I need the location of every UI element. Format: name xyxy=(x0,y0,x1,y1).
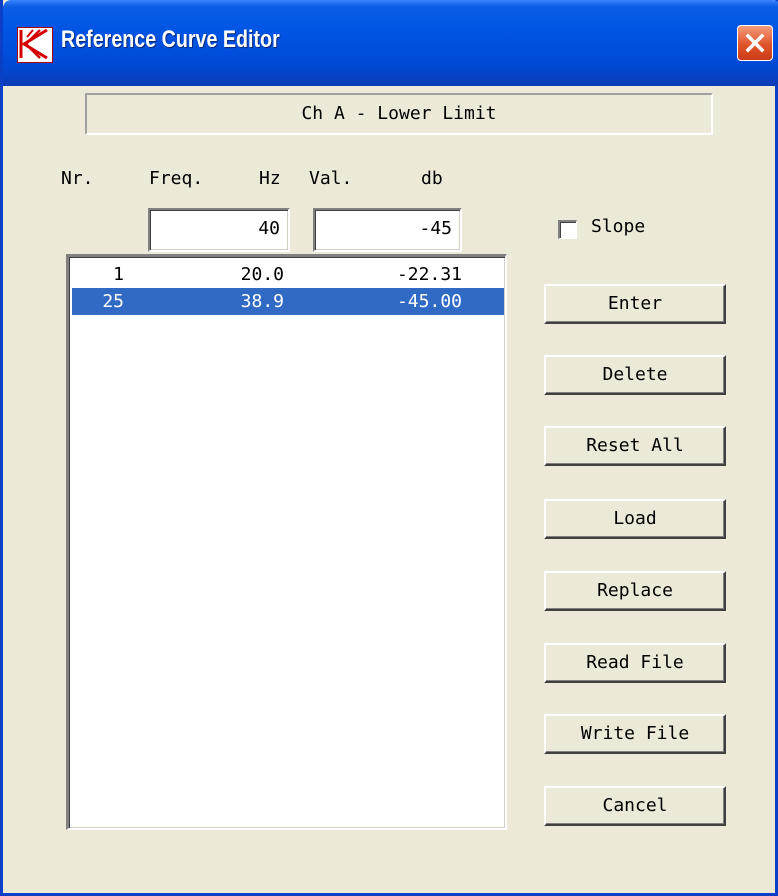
close-button[interactable] xyxy=(737,25,773,61)
close-icon xyxy=(745,33,765,53)
frequency-input[interactable]: 40 xyxy=(148,208,290,252)
curve-title-field: Ch A - Lower Limit xyxy=(85,93,713,135)
row-freq: 20.0 xyxy=(240,264,284,285)
write-file-button[interactable]: Write File xyxy=(544,714,726,754)
reference-points-list[interactable]: 1 20.0 -22.31 25 38.9 -45.00 xyxy=(66,254,507,830)
enter-button[interactable]: Enter xyxy=(544,284,726,324)
slope-checkbox[interactable] xyxy=(558,220,577,239)
load-button[interactable]: Load xyxy=(544,499,726,539)
title-bar[interactable]: Reference Curve Editor xyxy=(3,0,778,86)
replace-button[interactable]: Replace xyxy=(544,571,726,611)
row-val: -45.00 xyxy=(396,291,462,312)
row-val: -22.31 xyxy=(396,264,462,285)
slope-label[interactable]: Slope xyxy=(591,216,645,237)
column-label-nr: Nr. xyxy=(61,168,94,189)
k-logo-icon xyxy=(17,27,53,63)
reference-curve-editor-window: Reference Curve Editor Ch A - Lower Limi… xyxy=(0,0,778,896)
column-label-freq: Freq. xyxy=(149,168,204,189)
column-label-val: Val. xyxy=(309,168,353,189)
list-row[interactable]: 1 20.0 -22.31 xyxy=(72,261,504,288)
cancel-button[interactable]: Cancel xyxy=(544,786,726,826)
column-label-freq-unit: Hz xyxy=(259,168,281,189)
delete-button[interactable]: Delete xyxy=(544,355,726,395)
row-nr: 1 xyxy=(113,264,124,285)
column-label-val-unit: db xyxy=(421,168,443,189)
reset-all-button[interactable]: Reset All xyxy=(544,426,726,466)
window-title: Reference Curve Editor xyxy=(61,26,280,53)
list-row-selected[interactable]: 25 38.9 -45.00 xyxy=(72,288,504,315)
row-nr: 25 xyxy=(102,291,124,312)
read-file-button[interactable]: Read File xyxy=(544,643,726,683)
value-input[interactable]: -45 xyxy=(313,208,462,252)
row-freq: 38.9 xyxy=(240,291,284,312)
